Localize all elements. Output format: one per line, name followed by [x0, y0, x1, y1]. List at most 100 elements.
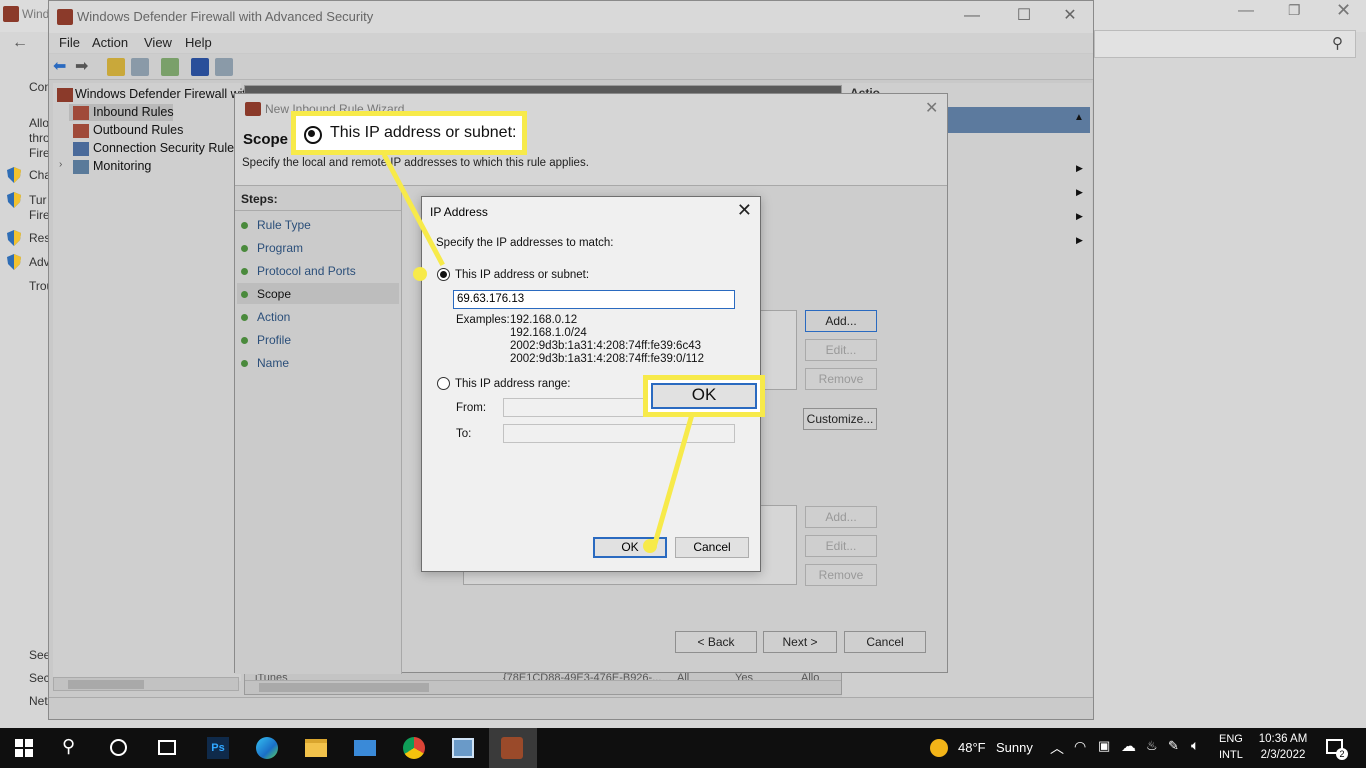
- search-box[interactable]: [1094, 30, 1356, 58]
- menu-help[interactable]: Help: [185, 35, 212, 50]
- dialog-prompt: Specify the IP addresses to match:: [436, 237, 614, 249]
- help-icon[interactable]: [191, 58, 209, 76]
- pen-icon[interactable]: ✎: [1168, 738, 1179, 754]
- step-protocol-ports[interactable]: Protocol and Ports: [257, 264, 356, 278]
- left-link-4[interactable]: Tur: [29, 193, 47, 207]
- weather-sun-icon[interactable]: [930, 739, 948, 757]
- cortana-icon[interactable]: [110, 739, 127, 756]
- submenu-arrow-icon[interactable]: ▶: [1076, 163, 1083, 174]
- step-rule-type[interactable]: Rule Type: [257, 218, 311, 232]
- tree-item-outbound-rules[interactable]: Outbound Rules: [93, 123, 183, 137]
- scrollbar-thumb[interactable]: [68, 680, 144, 689]
- subnet-radio-label[interactable]: This IP address or subnet:: [455, 269, 589, 281]
- submenu-arrow-icon[interactable]: ▶: [1076, 235, 1083, 246]
- step-program[interactable]: Program: [257, 241, 303, 255]
- weather-temp[interactable]: 48°F: [958, 740, 986, 755]
- wifi-icon[interactable]: ◠: [1074, 738, 1086, 755]
- photoshop-icon[interactable]: Ps: [207, 737, 229, 759]
- local-remove-button[interactable]: Remove: [805, 368, 877, 390]
- tree-item-monitoring[interactable]: Monitoring: [93, 159, 151, 173]
- mail-icon[interactable]: [354, 740, 376, 756]
- tree-item-inbound-rules[interactable]: Inbound Rules: [93, 105, 174, 119]
- tree-horizontal-scrollbar[interactable]: [53, 677, 239, 691]
- cancel-button[interactable]: Cancel: [675, 537, 749, 558]
- remote-edit-button[interactable]: Edit...: [805, 535, 877, 557]
- meet-now-icon[interactable]: ▣: [1098, 738, 1110, 754]
- taskbar: ⚲ Ps 48°F Sunny ︿ ◠ ▣ ☁ ♨ ✎ 🔈︎ ENG INTL …: [0, 728, 1366, 768]
- onedrive-icon[interactable]: ☁: [1121, 737, 1136, 755]
- chevron-up-icon[interactable]: ︿: [1050, 738, 1064, 758]
- next-button[interactable]: Next >: [763, 631, 837, 653]
- submenu-arrow-icon[interactable]: ▶: [1076, 211, 1083, 222]
- local-add-button[interactable]: Add...: [805, 310, 877, 332]
- step-name[interactable]: Name: [257, 356, 289, 370]
- step-scope[interactable]: Scope: [257, 287, 291, 301]
- left-link-6[interactable]: Adv: [29, 255, 50, 269]
- range-radio[interactable]: [437, 377, 450, 390]
- close-icon[interactable]: ✕: [1047, 5, 1093, 29]
- edge-icon[interactable]: [256, 737, 278, 759]
- search-icon[interactable]: ⚲: [62, 736, 75, 757]
- center-horizontal-scrollbar[interactable]: [245, 680, 841, 694]
- see-also-link-2[interactable]: Net: [29, 694, 48, 708]
- inbound-rules-icon: [73, 106, 89, 120]
- left-link-2b[interactable]: thro: [29, 131, 50, 145]
- language-secondary[interactable]: INTL: [1219, 749, 1243, 761]
- back-button[interactable]: < Back: [675, 631, 757, 653]
- subnet-input[interactable]: 69.63.176.13: [453, 290, 735, 309]
- callout-radio-label: This IP address or subnet:: [330, 124, 517, 141]
- up-folder-icon[interactable]: [107, 58, 125, 76]
- see-also-link-1[interactable]: Sec: [29, 671, 50, 685]
- local-edit-button[interactable]: Edit...: [805, 339, 877, 361]
- firewall-taskbar-icon[interactable]: [501, 737, 523, 759]
- action-pane-icon[interactable]: [215, 58, 233, 76]
- toolbar: ⬅ ➡: [49, 54, 1093, 80]
- step-action[interactable]: Action: [257, 310, 290, 324]
- expand-chevron-icon[interactable]: ›: [59, 159, 62, 170]
- clock-time[interactable]: 10:36 AM: [1256, 733, 1310, 745]
- to-input[interactable]: [503, 424, 735, 443]
- chrome-icon[interactable]: [403, 737, 425, 759]
- file-explorer-icon[interactable]: [305, 739, 327, 757]
- microphone-icon[interactable]: ♨: [1146, 738, 1158, 754]
- remote-remove-button[interactable]: Remove: [805, 564, 877, 586]
- left-link-2c[interactable]: Fire: [29, 146, 50, 160]
- customize-button[interactable]: Customize...: [803, 408, 877, 430]
- tree-item-connection-security[interactable]: Connection Security Rules: [93, 141, 240, 155]
- close-icon[interactable]: ✕: [925, 98, 938, 118]
- wizard-cancel-button[interactable]: Cancel: [844, 631, 926, 653]
- volume-icon[interactable]: 🔈︎: [1191, 737, 1199, 754]
- menu-action[interactable]: Action: [92, 35, 128, 50]
- back-arrow-icon[interactable]: ←: [12, 34, 28, 52]
- task-view-icon[interactable]: [158, 740, 176, 755]
- windows-start-icon[interactable]: [15, 739, 33, 757]
- maximize-icon[interactable]: ☐: [1001, 5, 1047, 29]
- subnet-radio[interactable]: [437, 268, 450, 281]
- tree-root[interactable]: Windows Defender Firewall wit: [75, 87, 246, 101]
- range-radio-label[interactable]: This IP address range:: [455, 378, 571, 390]
- show-hide-tree-icon[interactable]: [131, 58, 149, 76]
- submenu-arrow-icon[interactable]: ▶: [1076, 187, 1083, 198]
- language-primary[interactable]: ENG: [1219, 733, 1243, 745]
- step-profile[interactable]: Profile: [257, 333, 291, 347]
- restore-icon[interactable]: ❐: [1288, 2, 1301, 19]
- menu-file[interactable]: File: [59, 35, 80, 50]
- minimize-icon[interactable]: —: [949, 5, 995, 29]
- back-icon[interactable]: ⬅: [53, 56, 66, 76]
- menu-view[interactable]: View: [144, 35, 172, 50]
- callout-ok-label: OK: [691, 385, 717, 404]
- collapse-up-icon[interactable]: ▲: [1074, 112, 1084, 123]
- control-panel-icon[interactable]: [452, 738, 474, 758]
- clock-date[interactable]: 2/3/2022: [1256, 749, 1310, 761]
- search-icon[interactable]: ⚲: [1332, 34, 1343, 52]
- close-icon[interactable]: ✕: [737, 200, 752, 221]
- weather-desc[interactable]: Sunny: [996, 740, 1033, 755]
- minimize-icon[interactable]: —: [1238, 2, 1254, 20]
- close-icon[interactable]: ✕: [1336, 0, 1351, 21]
- scrollbar-thumb[interactable]: [259, 683, 429, 692]
- forward-icon[interactable]: ➡: [75, 56, 88, 76]
- export-list-icon[interactable]: [161, 58, 179, 76]
- left-link-4b[interactable]: Fire: [29, 208, 50, 222]
- left-link-2[interactable]: Allo: [29, 116, 49, 130]
- remote-add-button[interactable]: Add...: [805, 506, 877, 528]
